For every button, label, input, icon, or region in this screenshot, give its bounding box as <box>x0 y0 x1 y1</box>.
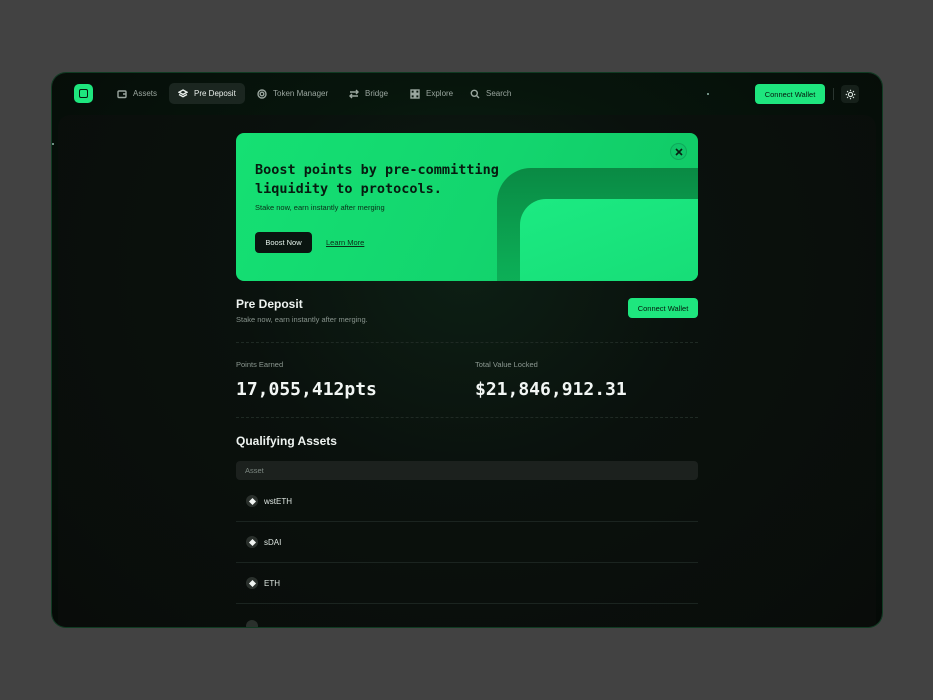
search-icon <box>470 89 480 98</box>
ethereum-icon <box>246 536 258 548</box>
promo-banner: Boost points by pre-committing liquidity… <box>236 133 698 281</box>
nav-pre-deposit[interactable]: Pre Deposit <box>169 83 245 104</box>
banner-subtitle: Stake now, earn instantly after merging <box>255 203 385 212</box>
close-icon <box>674 147 683 156</box>
qualifying-assets-title: Qualifying Assets <box>236 434 337 448</box>
layers-icon <box>178 88 188 97</box>
points-earned-value: 17,055,412pts <box>236 379 377 400</box>
close-banner-button[interactable] <box>670 143 687 160</box>
app-window: Assets Pre Deposit Token Manager Bridge … <box>52 73 882 627</box>
boost-now-button[interactable]: Boost Now <box>255 232 312 253</box>
asset-name: sDAI <box>264 537 282 547</box>
nav-assets[interactable]: Assets <box>108 83 166 104</box>
nav-token-manager-label: Token Manager <box>273 89 329 98</box>
points-earned-label: Points Earned <box>236 360 284 369</box>
wallet-icon <box>117 89 127 98</box>
table-row[interactable]: ETH <box>236 563 698 604</box>
asset-name: wstETH <box>264 496 292 506</box>
connect-wallet-button-top[interactable]: Connect Wallet <box>755 84 825 104</box>
table-row[interactable]: sDAI <box>236 522 698 563</box>
nav-divider <box>833 88 834 100</box>
banner-title: Boost points by pre-committing liquidity… <box>255 162 499 197</box>
main-panel: Boost points by pre-committing liquidity… <box>58 115 876 627</box>
table-header: Asset <box>236 461 698 480</box>
tvl-label: Total Value Locked <box>475 360 538 369</box>
learn-more-link[interactable]: Learn More <box>326 238 364 247</box>
pre-deposit-subtitle: Stake now, earn instantly after merging. <box>236 315 368 324</box>
sun-icon <box>845 89 855 99</box>
top-nav: Assets Pre Deposit Token Manager Bridge … <box>52 73 882 115</box>
nav-explore[interactable]: Explore <box>401 83 462 104</box>
ethereum-icon <box>246 495 258 507</box>
nav-bridge-label: Bridge <box>365 89 389 98</box>
logo-icon[interactable] <box>74 84 93 103</box>
pre-deposit-title: Pre Deposit <box>236 297 303 311</box>
nav-search[interactable]: Search <box>461 83 520 104</box>
theme-toggle-button[interactable] <box>841 85 859 103</box>
section-divider <box>236 417 698 418</box>
nav-explore-label: Explore <box>426 89 454 98</box>
table-row[interactable]: wstETH <box>236 481 698 522</box>
nav-token-manager[interactable]: Token Manager <box>248 83 337 104</box>
arrows-exchange-icon <box>349 89 359 98</box>
ethereum-icon <box>246 577 258 589</box>
column-asset: Asset <box>245 466 264 475</box>
section-divider <box>236 342 698 343</box>
grid-icon <box>410 88 420 99</box>
asset-icon-partial <box>246 620 258 627</box>
token-icon <box>257 88 267 99</box>
banner-decoration-front <box>520 199 698 281</box>
nav-bridge[interactable]: Bridge <box>340 83 397 104</box>
nav-search-label: Search <box>486 89 512 98</box>
nav-pre-deposit-label: Pre Deposit <box>194 89 236 98</box>
tvl-value: $21,846,912.31 <box>475 379 627 400</box>
nav-assets-label: Assets <box>133 89 158 98</box>
asset-name: ETH <box>264 578 280 588</box>
connect-wallet-button[interactable]: Connect Wallet <box>628 298 698 318</box>
